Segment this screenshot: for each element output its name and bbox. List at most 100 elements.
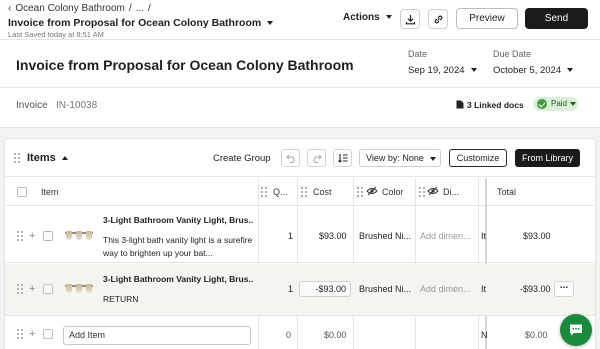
view-by-label: View by: None xyxy=(366,153,424,163)
linked-docs-label: 3 Linked docs xyxy=(467,100,524,110)
add-below-icon[interactable]: + xyxy=(29,284,35,295)
product-thumbnail xyxy=(65,231,93,240)
item-description[interactable]: RETURN xyxy=(103,293,253,306)
undo-button[interactable] xyxy=(281,149,300,167)
chevron-up-icon xyxy=(61,156,68,161)
add-below-icon[interactable]: + xyxy=(29,329,35,340)
add-item-input[interactable]: Add Item xyxy=(63,326,251,345)
item-color[interactable]: Brushed Ni... xyxy=(359,284,411,294)
breadcrumb-separator: / xyxy=(147,3,151,14)
item-quantity[interactable]: 1 xyxy=(288,231,293,241)
linked-docs-button[interactable]: 3 Linked docs xyxy=(456,100,524,110)
item-extra[interactable]: It xyxy=(481,231,486,241)
item-quantity[interactable]: 1 xyxy=(288,284,293,294)
download-button[interactable] xyxy=(400,9,420,29)
add-row-quantity[interactable]: 0 xyxy=(286,330,291,340)
chevron-down-icon xyxy=(567,68,574,73)
column-header-item[interactable]: Item xyxy=(41,187,59,197)
column-header-color[interactable]: Color xyxy=(382,187,404,197)
drag-handle-icon[interactable] xyxy=(419,187,425,197)
column-header-quantity[interactable]: Q... xyxy=(273,187,288,197)
drag-handle-icon[interactable] xyxy=(261,187,267,197)
back-chevron-icon[interactable]: ‹ xyxy=(8,3,11,14)
drag-handle-icon[interactable] xyxy=(17,329,23,339)
table-row[interactable]: + 3-Light Bathroom Vanity Light, Brus...… xyxy=(5,207,595,263)
item-cost[interactable]: $93.00 xyxy=(319,231,347,241)
chevron-down-icon xyxy=(267,21,274,26)
drag-handle-icon[interactable] xyxy=(301,187,307,197)
date-label: Date xyxy=(408,49,428,59)
redo-button[interactable] xyxy=(307,149,326,167)
last-saved-text: Last Saved today at 8:51 AM xyxy=(8,30,104,39)
link-icon xyxy=(434,15,443,24)
date-value: Sep 19, 2024 xyxy=(408,65,465,76)
document-icon xyxy=(456,100,464,109)
drag-handle-icon[interactable] xyxy=(357,187,363,197)
status-badge[interactable]: Paid xyxy=(533,97,578,111)
item-dimensions[interactable]: Add dimen... xyxy=(420,231,471,241)
add-item-row: + Add Item 0 $0.00 N $0.00 xyxy=(5,317,595,349)
breadcrumb-ellipsis[interactable]: ... xyxy=(136,3,144,14)
drag-handle-icon[interactable] xyxy=(17,231,23,241)
undo-icon xyxy=(286,154,295,163)
chat-bubble-icon xyxy=(570,324,582,336)
send-button[interactable]: Send xyxy=(525,8,588,29)
item-extra[interactable]: It xyxy=(481,284,486,294)
invoice-type-label: Invoice xyxy=(16,100,48,111)
breadcrumb: ‹ Ocean Colony Bathroom /... / xyxy=(8,3,151,14)
column-header-cost[interactable]: Cost xyxy=(313,187,332,197)
items-title: Items xyxy=(27,152,56,164)
due-date-picker[interactable]: October 5, 2024 xyxy=(493,65,574,76)
download-icon xyxy=(405,15,416,25)
document-title-dropdown[interactable]: Invoice from Proposal for Ocean Colony B… xyxy=(8,17,274,29)
invoice-summary-card: Invoice from Proposal for Ocean Colony B… xyxy=(0,40,600,128)
row-checkbox[interactable] xyxy=(43,231,53,241)
item-total: $93.00 xyxy=(523,231,551,241)
check-circle-icon xyxy=(537,99,547,109)
chat-support-button[interactable] xyxy=(560,314,592,346)
sort-button[interactable] xyxy=(333,149,352,167)
status-label: Paid xyxy=(551,99,568,108)
drag-handle-icon[interactable] xyxy=(14,153,20,163)
items-collapse-toggle[interactable]: Items xyxy=(27,152,68,164)
chevron-down-icon xyxy=(429,156,436,161)
items-toolbar: Items Create Group View by: None Customi… xyxy=(5,139,595,177)
copy-link-button[interactable] xyxy=(428,9,448,29)
document-title: Invoice from Proposal for Ocean Colony B… xyxy=(8,17,262,29)
due-date-label: Due Date xyxy=(493,49,532,59)
item-dimensions[interactable]: Add dimen... xyxy=(420,284,471,294)
item-description[interactable]: This 3-light bath vanity light is a sure… xyxy=(103,234,253,260)
item-name[interactable]: 3-Light Bathroom Vanity Light, Brus... xyxy=(103,215,253,225)
invoice-title: Invoice from Proposal for Ocean Colony B… xyxy=(16,57,354,73)
drag-handle-icon[interactable] xyxy=(17,284,23,294)
table-row[interactable]: + 3-Light Bathroom Vanity Light, Brus...… xyxy=(5,264,595,316)
redo-icon xyxy=(313,154,322,163)
add-row-extra[interactable]: N xyxy=(481,330,488,340)
item-cost-input[interactable]: -$93.00 xyxy=(299,281,351,297)
row-checkbox[interactable] xyxy=(43,329,53,339)
table-header: Item Q... Cost Color Di... Total xyxy=(5,178,595,206)
item-name[interactable]: 3-Light Bathroom Vanity Light, Brus... xyxy=(103,274,253,284)
chevron-down-icon xyxy=(385,15,392,20)
preview-button[interactable]: Preview xyxy=(456,8,518,29)
add-below-icon[interactable]: + xyxy=(29,231,35,242)
view-by-dropdown[interactable]: View by: None xyxy=(359,149,441,167)
date-picker[interactable]: Sep 19, 2024 xyxy=(408,65,477,76)
row-checkbox[interactable] xyxy=(43,284,53,294)
eye-hidden-icon xyxy=(366,186,378,196)
column-header-dimensions[interactable]: Di... xyxy=(443,187,459,197)
item-total: -$93.00 xyxy=(520,284,551,294)
create-group-button[interactable]: Create Group xyxy=(213,153,271,164)
from-library-button[interactable]: From Library xyxy=(515,149,580,167)
add-row-cost[interactable]: $0.00 xyxy=(324,330,347,340)
items-panel: Items Create Group View by: None Customi… xyxy=(4,138,596,349)
item-color[interactable]: Brushed Ni... xyxy=(359,231,411,241)
chevron-down-icon xyxy=(470,68,477,73)
column-header-total[interactable]: Total xyxy=(497,187,516,197)
customize-button[interactable]: Customize xyxy=(449,149,507,167)
row-more-options-button[interactable]: ... xyxy=(554,281,574,297)
chevron-down-icon xyxy=(570,101,577,106)
select-all-checkbox[interactable] xyxy=(17,187,27,197)
actions-menu[interactable]: Actions xyxy=(343,12,392,23)
breadcrumb-project[interactable]: Ocean Colony Bathroom xyxy=(15,3,125,14)
